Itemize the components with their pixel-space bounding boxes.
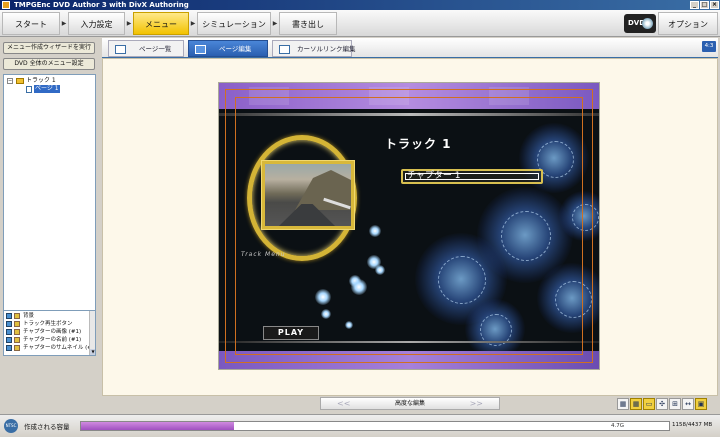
align-icon[interactable]: ✣ [656, 398, 668, 410]
step-simulation[interactable]: シミュレーション [197, 12, 271, 35]
tree-item-page[interactable]: ページ 1 [34, 85, 60, 93]
lock-icon[interactable] [14, 313, 20, 319]
step-output[interactable]: 書き出し [279, 12, 337, 35]
window-title: TMPGEnc DVD Author 3 with DivX Authoring [14, 1, 189, 9]
minimize-icon[interactable]: _ [690, 1, 699, 9]
layer-label: チャプターの名前 (#1) [23, 337, 82, 343]
folder-icon [16, 78, 24, 84]
scroll-down-icon[interactable]: ▼ [90, 349, 95, 355]
capacity-mark: 4.7G [611, 423, 625, 429]
close-icon[interactable]: × [710, 1, 719, 9]
center-icon[interactable]: ⊞ [669, 398, 681, 410]
options-button[interactable]: オプション [658, 12, 718, 35]
step-arrow-icon: ▶ [61, 20, 67, 27]
advanced-edit-nav[interactable]: << 高度な編集 >> [320, 397, 500, 410]
left-panel: メニュー作成ウィザードを実行 DVD 全体のメニュー設定 − トラック 1 ペー… [0, 38, 100, 396]
tab-page-edit[interactable]: ページ編集 [188, 40, 268, 57]
layer-item[interactable]: トラック再生ボタン [4, 320, 90, 328]
capacity-text: 1158/4437 MB [672, 422, 713, 428]
action-safe-guide [235, 97, 583, 355]
maximize-icon[interactable]: □ [700, 1, 709, 9]
dvd-logo: DVD [624, 14, 656, 33]
app-icon [2, 1, 10, 9]
visibility-icon[interactable] [6, 313, 12, 319]
visibility-icon[interactable] [6, 345, 12, 351]
visibility-icon[interactable] [6, 329, 12, 335]
lock-icon[interactable] [14, 345, 20, 351]
capacity-bar: 4.7G [80, 421, 670, 431]
menu-wizard-button[interactable]: メニュー作成ウィザードを実行 [3, 42, 95, 54]
capacity-label: 作成される容量 [24, 423, 70, 431]
tree-collapse-icon[interactable]: − [7, 78, 13, 84]
dvd-menu-settings-button[interactable]: DVD 全体のメニュー設定 [3, 58, 95, 70]
edit-tabs: ページ一覧 ページ編集 カーソルリンク編集 [102, 38, 718, 58]
layer-label: トラック再生ボタン [23, 321, 73, 327]
tab-label: ページ編集 [219, 45, 252, 53]
snap-grid-icon[interactable]: ▦ [630, 398, 642, 410]
step-start[interactable]: スタート [2, 12, 60, 35]
status-bar: NTSC 作成される容量 4.7G 1158/4437 MB [0, 414, 720, 437]
page-edit-icon [195, 45, 206, 54]
layer-order-icon[interactable]: ▣ [695, 398, 707, 410]
menu-tree: − トラック 1 ページ 1 [3, 74, 96, 346]
layer-scrollbar[interactable]: ▼ [89, 311, 95, 355]
visibility-icon[interactable] [6, 337, 12, 343]
layer-list: 背景 トラック再生ボタン チャプターの画像 (#1) チャプターの名前 (#1)… [3, 310, 96, 356]
layer-item[interactable]: 背景 [4, 312, 90, 320]
menu-canvas[interactable]: トラック 1 チャプター 1 Track Menu PLAY [218, 82, 600, 370]
tab-label: ページ一覧 [139, 45, 172, 53]
grid-icon[interactable]: ▦ [617, 398, 629, 410]
prev-page-icon[interactable]: << [337, 398, 350, 409]
resize-icon[interactable]: ↔ [682, 398, 694, 410]
layer-label: チャプターのサムネイル (#1) [23, 345, 96, 351]
advanced-edit-button[interactable]: 高度な編集 [395, 400, 425, 407]
disc-icon [642, 18, 653, 29]
cursor-link-icon [279, 45, 290, 54]
next-page-icon[interactable]: >> [470, 398, 483, 409]
visibility-icon[interactable] [6, 321, 12, 327]
lock-icon[interactable] [14, 337, 20, 343]
tab-cursor-link[interactable]: カーソルリンク編集 [272, 40, 356, 57]
aspect-ratio-badge[interactable]: 4:3 [702, 41, 716, 52]
ntsc-badge: NTSC [4, 419, 18, 433]
layer-item[interactable]: チャプターのサムネイル (#1) [4, 344, 95, 352]
lock-icon[interactable] [14, 321, 20, 327]
step-menu[interactable]: メニュー [133, 12, 189, 35]
step-arrow-icon: ▶ [272, 20, 278, 27]
step-arrow-icon: ▶ [190, 20, 196, 27]
safe-area-icon[interactable]: ▭ [643, 398, 655, 410]
title-bar: TMPGEnc DVD Author 3 with DivX Authoring… [0, 0, 720, 10]
tree-item-track[interactable]: トラック 1 [26, 77, 56, 85]
step-input-settings[interactable]: 入力設定 [68, 12, 125, 35]
step-arrow-icon: ▶ [126, 20, 132, 27]
layer-item[interactable]: チャプターの名前 (#1) [4, 336, 90, 344]
capacity-fill [81, 422, 234, 430]
page-icon [26, 86, 32, 93]
lock-icon[interactable] [14, 329, 20, 335]
page-list-icon [115, 45, 126, 54]
tab-label: カーソルリンク編集 [297, 45, 356, 53]
layer-item[interactable]: チャプターの画像 (#1) [4, 328, 90, 336]
tab-page-list[interactable]: ページ一覧 [108, 40, 184, 57]
layer-label: チャプターの画像 (#1) [23, 329, 82, 335]
step-navigation: スタート ▶ 入力設定 ▶ メニュー ▶ シミュレーション ▶ 書き出し DVD… [0, 10, 720, 37]
layer-label: 背景 [23, 313, 35, 319]
